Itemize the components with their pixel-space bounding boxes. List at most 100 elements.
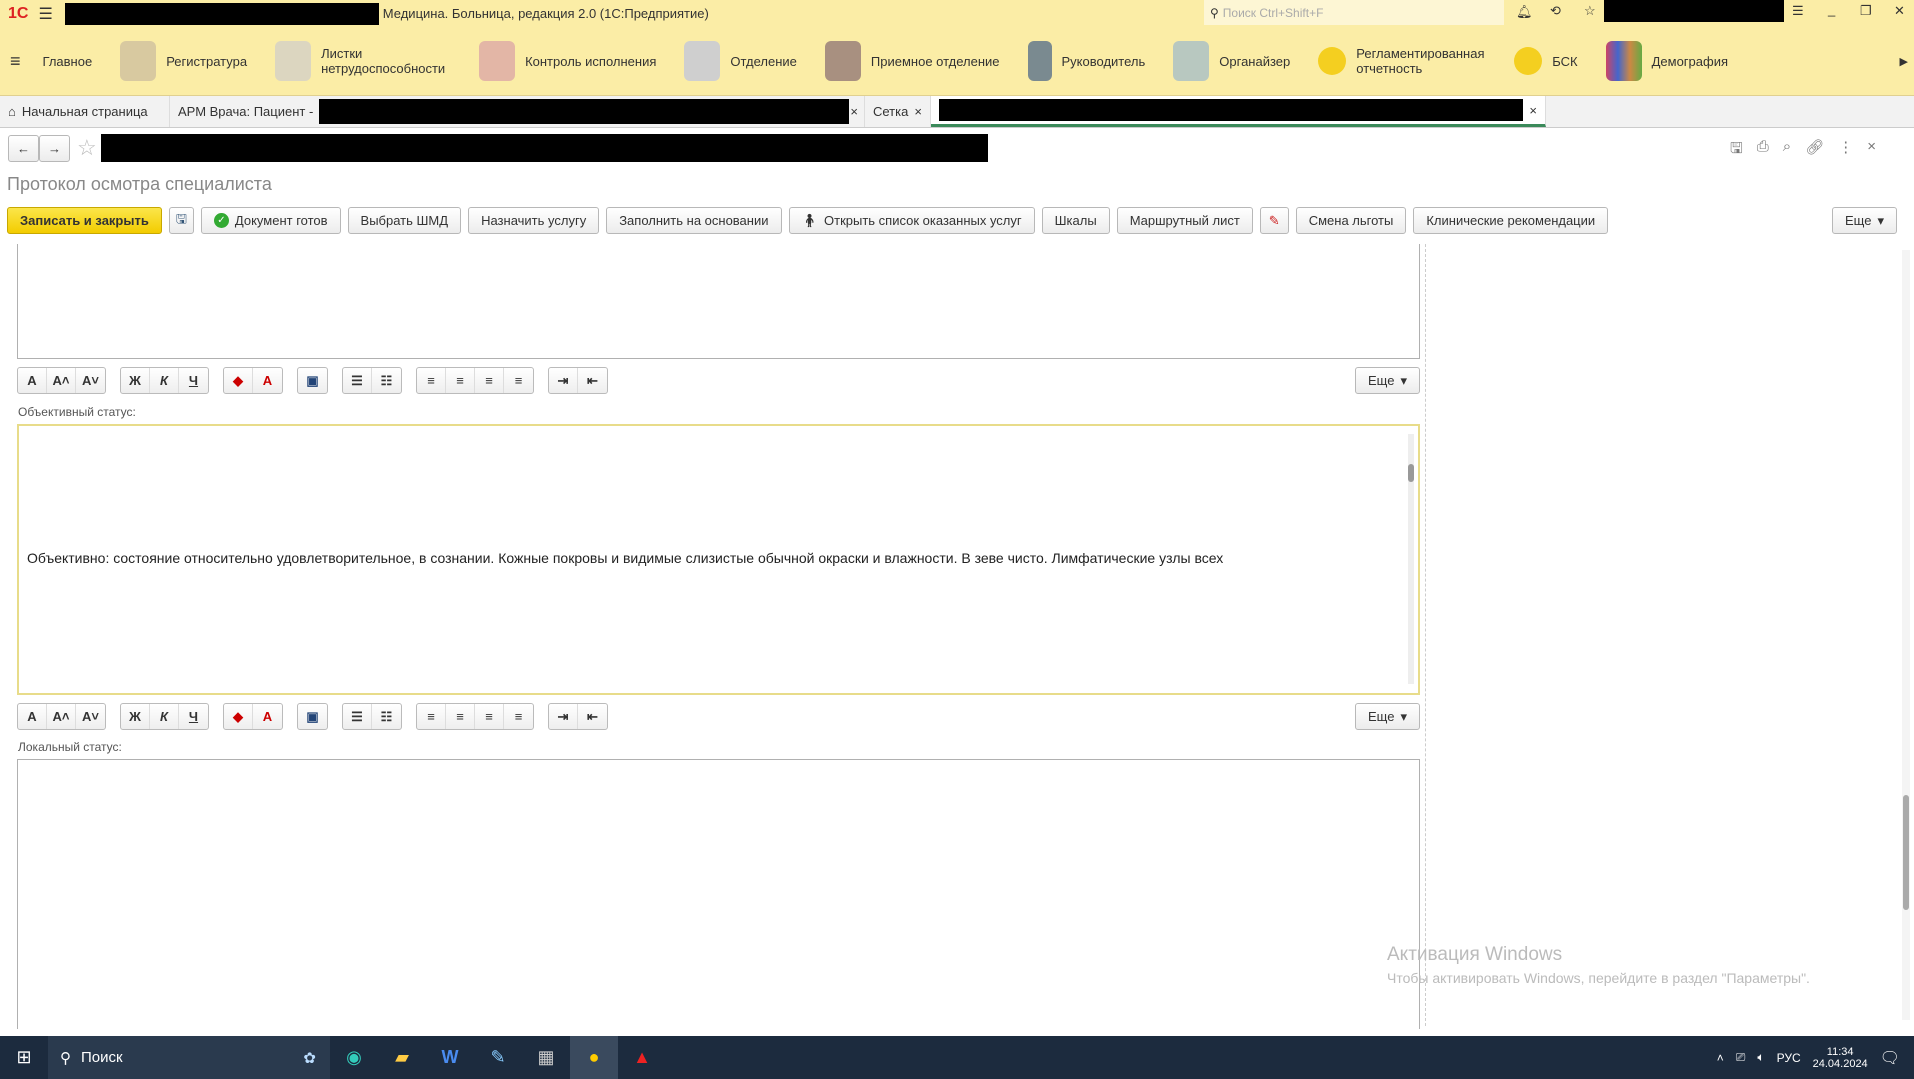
clinical-recommendations-button[interactable]: Клинические рекомендации	[1413, 207, 1609, 234]
minimize-icon[interactable]: _	[1828, 2, 1835, 17]
tray-expand-icon[interactable]: ˄	[1717, 1051, 1724, 1065]
align-right-icon[interactable]: ≡	[475, 368, 504, 393]
tab-active[interactable]: ×	[930, 96, 1546, 127]
font-increase-icon[interactable]: A˄	[47, 368, 76, 393]
windows-start-icon[interactable]: ⊞	[0, 1036, 48, 1079]
link-icon[interactable]: 🔗︎	[1805, 138, 1824, 163]
language-indicator[interactable]: РУС	[1777, 1051, 1801, 1065]
font-increase-icon[interactable]: A˄	[47, 704, 76, 729]
indent-icon[interactable]: ⇥	[549, 368, 578, 393]
close-icon[interactable]: ✕	[1894, 3, 1905, 19]
insert-image-icon[interactable]: ▣	[298, 368, 327, 393]
taskbar-search[interactable]: ⚲ Поиск ✿	[48, 1036, 330, 1079]
format-more-button[interactable]: Еще ▾	[1355, 367, 1420, 394]
settings-icon[interactable]: ☰	[1792, 3, 1804, 19]
star-icon[interactable]: ☆	[1584, 3, 1596, 19]
font-icon[interactable]: A	[18, 368, 47, 393]
more-button[interactable]: Еще ▾	[1832, 207, 1897, 234]
tab-grid[interactable]: Сетка ×	[865, 96, 931, 127]
forward-button[interactable]: →	[39, 134, 70, 162]
page-scrollbar[interactable]	[1902, 250, 1910, 1020]
history-icon[interactable]: ⟲	[1550, 3, 1561, 19]
underline-button[interactable]: Ч	[179, 704, 208, 729]
section-main[interactable]: Главное	[29, 27, 107, 95]
close-tab-icon[interactable]: ×	[850, 104, 858, 119]
save-button[interactable]: 🖫	[168, 207, 194, 234]
scroll-right-icon[interactable]: ▶	[1900, 55, 1908, 68]
section-reporting[interactable]: Регламентированная отчетность	[1304, 27, 1500, 95]
document-ready-button[interactable]: ✓ Документ готов	[200, 207, 341, 234]
fill-based-on-button[interactable]: Заполнить на основании	[606, 207, 782, 234]
editor-scrollbar[interactable]	[1408, 434, 1414, 684]
highlight-color-icon[interactable]: ◆	[224, 368, 253, 393]
open-services-list-button[interactable]: 🧍︎ Открыть список оказанных услуг	[788, 207, 1035, 234]
menu-icon[interactable]: ☰	[38, 4, 52, 24]
network-icon[interactable]: ⎚	[1736, 1050, 1746, 1065]
section-control[interactable]: Контроль исполнения	[465, 27, 670, 95]
outdent-icon[interactable]: ⇤	[578, 368, 607, 393]
section-sick-leave[interactable]: Листки нетрудоспособности	[261, 27, 465, 95]
back-button[interactable]: ←	[8, 134, 39, 162]
change-benefit-button[interactable]: Смена льготы	[1295, 207, 1407, 234]
previous-field-editor[interactable]	[17, 244, 1420, 359]
align-left-icon[interactable]: ≡	[417, 368, 446, 393]
assign-service-button[interactable]: Назначить услугу	[468, 207, 600, 234]
volume-icon[interactable]: 🔈︎	[1757, 1050, 1764, 1065]
numbered-list-icon[interactable]: ☷	[372, 368, 401, 393]
close-tab-icon[interactable]: ×	[1529, 103, 1537, 118]
bullet-list-icon[interactable]: ☰	[343, 704, 372, 729]
preview-icon[interactable]: ⌕	[1783, 138, 1791, 163]
indent-icon[interactable]: ⇥	[549, 704, 578, 729]
close-tab-icon[interactable]: ×	[914, 104, 922, 119]
clock[interactable]: 11:34 24.04.2024	[1813, 1046, 1868, 1070]
more-vertical-icon[interactable]: ⋮	[1838, 138, 1853, 163]
italic-button[interactable]: К	[150, 704, 179, 729]
route-sheet-button[interactable]: Маршрутный лист	[1116, 207, 1253, 234]
section-organizer[interactable]: Органайзер	[1159, 27, 1304, 95]
print-icon[interactable]: ⎙	[1757, 138, 1769, 163]
section-bsk[interactable]: БСК	[1500, 27, 1591, 95]
format-more-button[interactable]: Еще ▾	[1355, 703, 1420, 730]
align-right-icon[interactable]: ≡	[475, 704, 504, 729]
text-color-icon[interactable]: A	[253, 368, 282, 393]
bell-icon[interactable]: 🔔︎	[1516, 4, 1533, 20]
underline-button[interactable]: Ч	[179, 368, 208, 393]
objective-status-editor[interactable]: Объективно: состояние относительно удовл…	[17, 424, 1420, 695]
close-form-icon[interactable]: ×	[1867, 138, 1876, 163]
pdf-icon[interactable]: ▲	[618, 1036, 666, 1079]
highlight-color-icon[interactable]: ◆	[224, 704, 253, 729]
global-search-input[interactable]: ⚲ Поиск Ctrl+Shift+F	[1204, 0, 1504, 25]
section-reception[interactable]: Приемное отделение	[811, 27, 1014, 95]
font-decrease-icon[interactable]: A˅	[76, 368, 105, 393]
section-manager[interactable]: Руководитель	[1014, 27, 1160, 95]
insert-image-icon[interactable]: ▣	[298, 704, 327, 729]
font-icon[interactable]: A	[18, 704, 47, 729]
choose-shmd-button[interactable]: Выбрать ШМД	[347, 207, 462, 234]
align-center-icon[interactable]: ≡	[446, 704, 475, 729]
outdent-icon[interactable]: ⇤	[578, 704, 607, 729]
align-justify-icon[interactable]: ≡	[504, 704, 533, 729]
notifications-icon[interactable]: 🗨︎	[1880, 1048, 1900, 1068]
notepad-icon[interactable]: ✎	[474, 1036, 522, 1079]
section-department[interactable]: Отделение	[670, 27, 811, 95]
1c-icon[interactable]: ●	[570, 1036, 618, 1079]
favorite-star-icon[interactable]: ☆	[77, 135, 97, 161]
section-demography[interactable]: Демография	[1592, 27, 1742, 95]
bold-button[interactable]: Ж	[121, 368, 150, 393]
bold-button[interactable]: Ж	[121, 704, 150, 729]
word-icon[interactable]: W	[426, 1036, 474, 1079]
section-registry[interactable]: Регистратура	[106, 27, 261, 95]
italic-button[interactable]: К	[150, 368, 179, 393]
save-icon[interactable]: 🖫	[1730, 138, 1743, 163]
calculator-icon[interactable]: ▦	[522, 1036, 570, 1079]
numbered-list-icon[interactable]: ☷	[372, 704, 401, 729]
edge-icon[interactable]: ◉	[330, 1036, 378, 1079]
font-decrease-icon[interactable]: A˅	[76, 704, 105, 729]
scales-button[interactable]: Шкалы	[1041, 207, 1110, 234]
restore-icon[interactable]: ❐	[1860, 3, 1872, 19]
text-color-icon[interactable]: A	[253, 704, 282, 729]
file-explorer-icon[interactable]: ▰	[378, 1036, 426, 1079]
save-and-close-button[interactable]: Записать и закрыть	[7, 207, 162, 234]
tab-home[interactable]: ⌂ Начальная страница	[0, 96, 170, 127]
pen-button[interactable]: ✎	[1259, 207, 1289, 234]
